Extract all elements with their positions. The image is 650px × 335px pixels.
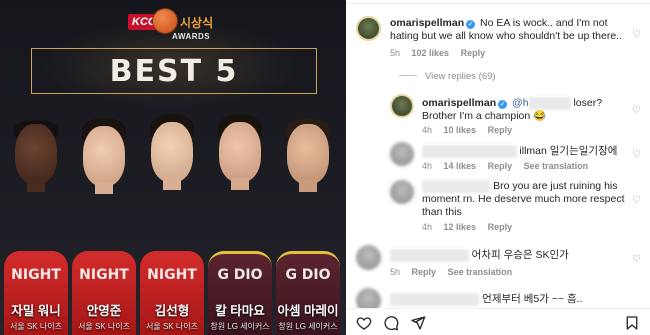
jersey-text: NIGHT: [147, 267, 197, 283]
award-poster-image: KCC 시상식 AWARDS BEST 5 NIGHT 자밀 워니 서울 SK …: [0, 0, 346, 335]
reply-button[interactable]: Reply: [488, 125, 513, 135]
reply-button[interactable]: Reply: [461, 48, 486, 58]
comment-icon[interactable]: [383, 315, 399, 331]
redacted-username: xxxxxxxxxxxxxxxxxx: [422, 145, 517, 158]
comment-body: xxxxxxxxxxxxx Bro you are just ruining h…: [422, 180, 627, 219]
comment-text: 언제부터 베5가 ~~ 흠..: [482, 293, 583, 305]
player-card: G DIO 칼 타마요 창원 LG 세이커스: [206, 108, 274, 335]
post-action-bar: [346, 308, 650, 335]
best5-headline: BEST 5: [31, 48, 317, 94]
instagram-comments-panel: omarispellman ✓ No EA is wock.. and I'm n…: [346, 0, 650, 335]
heart-icon[interactable]: ♡: [632, 30, 642, 40]
player-team: 서울 SK 나이츠: [146, 322, 198, 331]
comment-text: 어차피 우승은 SK인가: [471, 249, 569, 261]
player-neck: [163, 178, 181, 190]
comment-meta: 4h 10 likes Reply: [422, 125, 521, 135]
logo-sub: AWARDS: [172, 32, 211, 41]
heart-icon[interactable]: ♡: [632, 255, 642, 265]
redacted-username: xxxxxxxxxxxxxxx: [390, 249, 469, 262]
comment-likes[interactable]: 14 likes: [444, 161, 477, 171]
comment-meta: 4h 14 likes Reply See translation: [422, 161, 597, 171]
comment-text: illman 일기는일기장에: [519, 145, 618, 157]
player-card: G DIO 아셈 마레이 창원 LG 세이커스: [274, 108, 342, 335]
jersey-text: NIGHT: [79, 267, 129, 283]
player-face: [219, 122, 261, 182]
comment-meta: 5h Reply See translation: [390, 267, 521, 277]
comment-body: xxxxxxxxxxxxxxxxxx illman 일기는일기장에: [422, 145, 627, 158]
bookmark-icon[interactable]: [624, 315, 640, 331]
heart-icon[interactable]: ♡: [632, 150, 642, 160]
comment-likes[interactable]: 102 likes: [412, 48, 450, 58]
comment-time: 4h: [422, 161, 433, 171]
player-neck: [231, 178, 249, 190]
mention-link[interactable]: @h: [512, 97, 529, 109]
logo-title: 시상식: [180, 16, 214, 30]
see-translation-link[interactable]: See translation: [448, 267, 513, 277]
player-face: [287, 124, 329, 184]
comment-time: 5h: [390, 48, 401, 58]
redacted-username: xxxxxxxxxxxxx: [422, 180, 491, 193]
heart-icon[interactable]: ♡: [632, 196, 642, 206]
comment-body: xxxxxxxxxxxxxxx 어차피 우승은 SK인가: [390, 249, 625, 262]
awards-logo: KCC 시상식 AWARDS: [128, 6, 238, 46]
verified-icon: ✓: [466, 20, 476, 29]
reply-button[interactable]: Reply: [488, 222, 513, 232]
comment-likes[interactable]: 12 likes: [444, 222, 477, 232]
player-name: 자밀 워니: [11, 304, 61, 318]
player-card: NIGHT 김선형 서울 SK 나이츠: [138, 108, 206, 335]
comment-meta: 4h 12 likes Reply: [422, 222, 521, 232]
player-name: 아셈 마레이: [277, 304, 339, 318]
redacted-username: xxxxxxxx: [528, 97, 571, 110]
player-name: 칼 타마요: [215, 304, 265, 318]
player-neck: [27, 180, 45, 192]
player-neck: [95, 182, 113, 194]
avatar[interactable]: [390, 180, 414, 204]
view-replies-label: View replies (69): [425, 71, 496, 82]
verified-icon: ✓: [498, 100, 508, 109]
avatar[interactable]: [356, 16, 381, 41]
player-name: 안영준: [86, 304, 122, 318]
player-team: 서울 SK 나이츠: [10, 322, 62, 331]
comment-meta: 5h 102 likes Reply: [390, 48, 494, 58]
comment-likes[interactable]: 10 likes: [444, 125, 477, 135]
heart-icon[interactable]: [356, 315, 372, 331]
player-card: NIGHT 안영준 서울 SK 나이츠: [70, 108, 138, 335]
avatar[interactable]: [390, 94, 414, 118]
share-icon[interactable]: [410, 315, 426, 331]
jersey-text: G DIO: [285, 267, 331, 283]
view-replies-link[interactable]: View replies (69): [399, 71, 496, 82]
comment-time: 4h: [422, 125, 433, 135]
player-face: [83, 126, 125, 186]
jersey-text: G DIO: [217, 267, 263, 283]
comment-body: xxxxxxxxxxxxxxxxx 언제부터 베5가 ~~ 흠..: [390, 293, 625, 306]
basketball-icon: [152, 8, 178, 34]
player-name: 김선형: [154, 304, 190, 318]
avatar[interactable]: [390, 142, 414, 166]
reply-button[interactable]: Reply: [412, 267, 437, 277]
comment-time: 4h: [422, 222, 433, 232]
players-row: NIGHT 자밀 워니 서울 SK 나이츠 NIGHT 안영준 서울 SK 나이…: [0, 108, 346, 335]
player-card: NIGHT 자밀 워니 서울 SK 나이츠: [2, 108, 70, 335]
comment-body: omarispellman✓ @hxxxxxxxx loser? Brother…: [422, 97, 627, 123]
comment-body: omarispellman ✓ No EA is wock.. and I'm n…: [390, 17, 625, 43]
player-team: 창원 LG 세이커스: [210, 322, 270, 331]
avatar[interactable]: [356, 245, 381, 270]
player-face: [15, 124, 57, 184]
jersey-text: NIGHT: [11, 267, 61, 283]
replies-line: [399, 75, 417, 76]
player-face: [151, 122, 193, 182]
reply-button[interactable]: Reply: [488, 161, 513, 171]
player-team: 창원 LG 세이커스: [278, 322, 338, 331]
player-neck: [299, 180, 317, 192]
see-translation-link[interactable]: See translation: [524, 161, 589, 171]
top-divider: [346, 0, 650, 4]
player-team: 서울 SK 나이츠: [78, 322, 130, 331]
comment-time: 5h: [390, 267, 401, 277]
redacted-username: xxxxxxxxxxxxxxxxx: [390, 293, 480, 306]
comment-username[interactable]: omarispellman: [422, 97, 496, 109]
heart-icon[interactable]: ♡: [632, 106, 642, 116]
comment-username[interactable]: omarispellman: [390, 17, 464, 29]
